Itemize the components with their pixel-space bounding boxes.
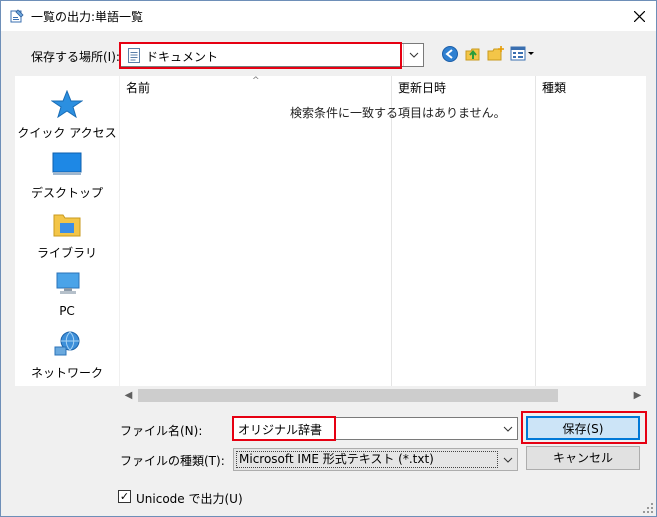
- filename-dropdown-button[interactable]: [499, 418, 517, 439]
- save-dialog: 一覧の出力:単語一覧 保存する場所(I): ドキュメント クイック アクセス デ…: [0, 0, 657, 517]
- filetype-dropdown-button[interactable]: [499, 449, 517, 470]
- scroll-left-button[interactable]: ◀: [120, 387, 137, 404]
- place-label: PC: [59, 304, 75, 318]
- place-desktop[interactable]: デスクトップ: [15, 144, 119, 204]
- close-button[interactable]: [628, 5, 650, 27]
- place-label: デスクトップ: [30, 186, 103, 200]
- desktop-icon: [52, 152, 82, 175]
- star-icon: [51, 90, 83, 118]
- view-menu-button[interactable]: [510, 45, 536, 63]
- filename-label: ファイル名(N):: [120, 424, 203, 438]
- places-bar: クイック アクセス デスクトップ ライブラリ PC ネットワーク: [15, 76, 119, 386]
- cancel-button[interactable]: キャンセル: [526, 446, 640, 470]
- scroll-thumb[interactable]: [138, 389, 558, 402]
- close-icon: [633, 10, 645, 22]
- dictionary-tool-icon: [10, 9, 24, 23]
- place-label: ネットワーク: [30, 366, 103, 380]
- place-pc[interactable]: PC: [15, 264, 119, 324]
- column-divider[interactable]: [391, 76, 392, 386]
- chevron-down-icon: [409, 52, 418, 58]
- scroll-right-button[interactable]: ▶: [629, 387, 646, 404]
- place-library[interactable]: ライブラリ: [15, 204, 119, 264]
- place-label: ライブラリ: [36, 246, 97, 260]
- horizontal-scrollbar[interactable]: ◀ ▶: [120, 387, 646, 404]
- unicode-checkbox[interactable]: ✓: [118, 490, 131, 503]
- resize-grip-icon[interactable]: [642, 502, 654, 514]
- title-bar: 一覧の出力:単語一覧: [1, 1, 656, 31]
- chevron-right-icon: ▶: [633, 390, 642, 401]
- file-list[interactable]: 名前 ^ 更新日時 種類 検索条件に一致する項目はありません。: [120, 76, 646, 386]
- sort-ascending-icon: ^: [252, 76, 260, 86]
- view-menu-icon: [510, 46, 534, 61]
- back-icon[interactable]: [441, 45, 459, 63]
- save-highlight-box: [521, 411, 647, 444]
- up-folder-icon[interactable]: [464, 45, 482, 63]
- chevron-left-icon: ◀: [124, 390, 133, 401]
- filetype-label: ファイルの種類(T):: [120, 454, 225, 468]
- savein-highlight-box: [119, 42, 402, 69]
- column-header-modified[interactable]: 更新日時: [392, 76, 535, 100]
- place-label: クイック アクセス: [17, 126, 117, 140]
- unicode-checkbox-label[interactable]: Unicode で出力(U): [136, 490, 243, 507]
- column-header-type[interactable]: 種類: [536, 76, 646, 100]
- chevron-down-icon: [503, 457, 513, 463]
- place-network[interactable]: ネットワーク: [15, 324, 119, 384]
- empty-list-message: 検索条件に一致する項目はありません。: [290, 106, 506, 120]
- network-icon: [54, 331, 80, 356]
- column-divider[interactable]: [535, 76, 536, 386]
- savein-label: 保存する場所(I):: [31, 50, 120, 64]
- new-folder-icon[interactable]: [487, 45, 505, 63]
- filetype-value: Microsoft IME 形式テキスト (*.txt): [236, 451, 498, 468]
- filetype-select[interactable]: Microsoft IME 形式テキスト (*.txt): [233, 448, 518, 471]
- library-folder-icon: [53, 214, 81, 237]
- savein-dropdown-button[interactable]: [403, 44, 423, 66]
- chevron-down-icon: [503, 426, 513, 432]
- checkmark-icon: ✓: [119, 490, 130, 503]
- computer-icon: [56, 272, 80, 294]
- window-title: 一覧の出力:単語一覧: [31, 10, 144, 24]
- place-quick-access[interactable]: クイック アクセス: [15, 84, 119, 144]
- filename-highlight-box: [232, 416, 336, 441]
